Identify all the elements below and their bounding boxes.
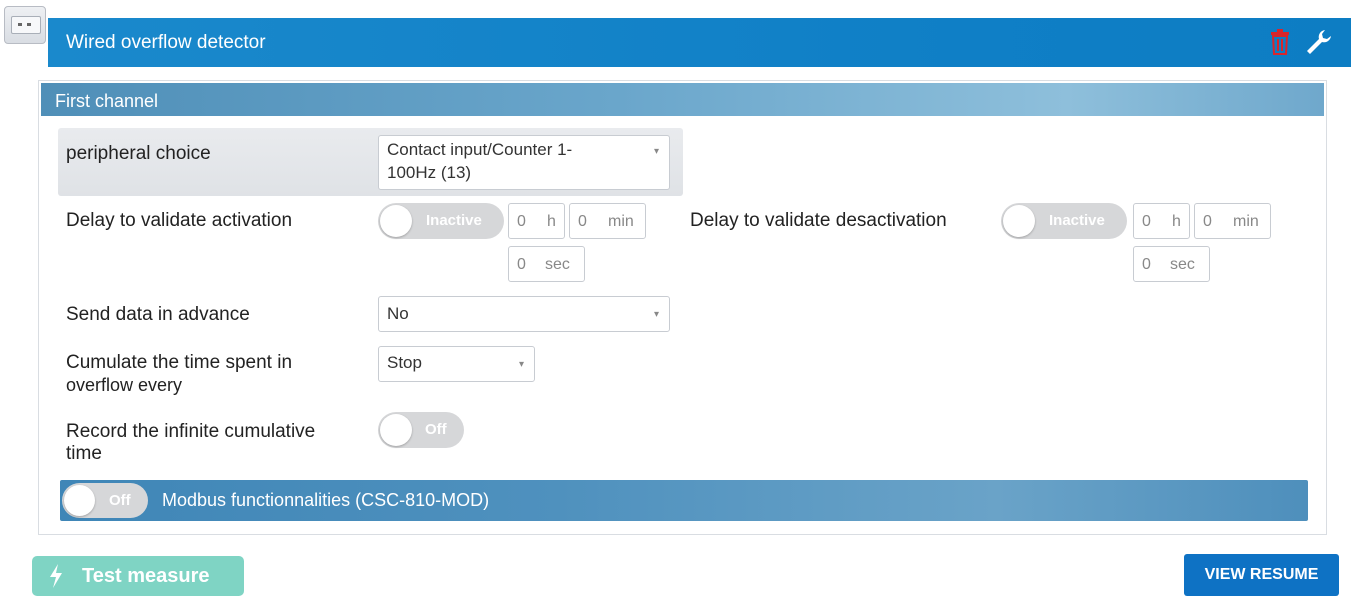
cumulate-select[interactable]: Stop ▾ bbox=[378, 346, 535, 382]
toggle-knob bbox=[380, 414, 412, 446]
activation-seconds-input[interactable]: 0 sec bbox=[508, 246, 585, 282]
peripheral-value-line1: Contact input/Counter 1- bbox=[387, 140, 573, 159]
bolt-icon bbox=[50, 564, 62, 588]
device-led bbox=[18, 23, 22, 26]
toggle-knob bbox=[380, 205, 412, 237]
deactivation-toggle[interactable]: Inactive bbox=[1001, 203, 1127, 239]
view-resume-button[interactable]: VIEW RESUME bbox=[1184, 554, 1339, 596]
minutes-unit: min bbox=[1233, 213, 1259, 230]
record-label-line2: time bbox=[66, 443, 102, 464]
peripheral-label: peripheral choice bbox=[66, 143, 211, 164]
send-advance-value: No bbox=[387, 304, 409, 323]
cumulate-label-line1: Cumulate the time spent in bbox=[66, 352, 293, 373]
channel-header: First channel bbox=[41, 83, 1324, 116]
modbus-toggle[interactable]: Off bbox=[62, 483, 148, 518]
minutes-value: 0 bbox=[1203, 213, 1212, 230]
device-icon bbox=[4, 6, 46, 44]
seconds-unit: sec bbox=[1170, 256, 1195, 273]
toggle-state: Inactive bbox=[426, 212, 482, 229]
toggle-knob bbox=[64, 485, 95, 516]
deactivation-minutes-input[interactable]: 0 min bbox=[1194, 203, 1271, 239]
modbus-section: Off Modbus functionnalities (CSC-810-MOD… bbox=[60, 480, 1308, 521]
toggle-knob bbox=[1003, 205, 1035, 237]
deactivation-label: Delay to validate desactivation bbox=[690, 210, 947, 231]
seconds-value: 0 bbox=[517, 256, 526, 273]
cumulate-label-line2: overflow every bbox=[66, 375, 183, 395]
toggle-state: Inactive bbox=[1049, 212, 1105, 229]
hours-value: 0 bbox=[1142, 213, 1151, 230]
sensor-header: Wired overflow detector bbox=[48, 18, 1351, 67]
chevron-down-icon: ▾ bbox=[653, 309, 659, 320]
test-measure-label: Test measure bbox=[82, 565, 210, 587]
modbus-title: Modbus functionnalities (CSC-810-MOD) bbox=[162, 490, 490, 510]
send-advance-label: Send data in advance bbox=[66, 304, 250, 325]
hours-unit: h bbox=[547, 213, 556, 230]
seconds-unit: sec bbox=[545, 256, 570, 273]
toggle-state: Off bbox=[109, 492, 131, 509]
activation-toggle[interactable]: Inactive bbox=[378, 203, 504, 239]
channel-title: First channel bbox=[55, 91, 159, 111]
chevron-down-icon: ▾ bbox=[518, 359, 524, 370]
trash-icon[interactable] bbox=[1269, 29, 1291, 55]
minutes-unit: min bbox=[608, 213, 634, 230]
activation-hours-input[interactable]: 0 h bbox=[508, 203, 565, 239]
sensor-title: Wired overflow detector bbox=[66, 32, 266, 53]
minutes-value: 0 bbox=[578, 213, 587, 230]
hours-unit: h bbox=[1172, 213, 1181, 230]
record-toggle[interactable]: Off bbox=[378, 412, 464, 448]
device-screen bbox=[11, 16, 41, 34]
activation-minutes-input[interactable]: 0 min bbox=[569, 203, 646, 239]
wrench-icon[interactable] bbox=[1305, 28, 1333, 56]
cumulate-value: Stop bbox=[387, 353, 422, 372]
device-led bbox=[27, 23, 31, 26]
view-resume-label: VIEW RESUME bbox=[1204, 566, 1319, 583]
hours-value: 0 bbox=[517, 213, 526, 230]
peripheral-value-line2: 100Hz (13) bbox=[387, 163, 472, 182]
test-measure-button[interactable]: Test measure bbox=[32, 556, 244, 596]
deactivation-seconds-input[interactable]: 0 sec bbox=[1133, 246, 1210, 282]
seconds-value: 0 bbox=[1142, 256, 1151, 273]
peripheral-select[interactable]: Contact input/Counter 1- 100Hz (13) ▾ bbox=[378, 135, 670, 190]
chevron-down-icon: ▾ bbox=[653, 146, 659, 157]
activation-label: Delay to validate activation bbox=[66, 210, 293, 231]
deactivation-hours-input[interactable]: 0 h bbox=[1133, 203, 1190, 239]
send-advance-select[interactable]: No ▾ bbox=[378, 296, 670, 332]
record-label-line1: Record the infinite cumulative bbox=[66, 421, 316, 442]
toggle-state: Off bbox=[425, 421, 447, 438]
